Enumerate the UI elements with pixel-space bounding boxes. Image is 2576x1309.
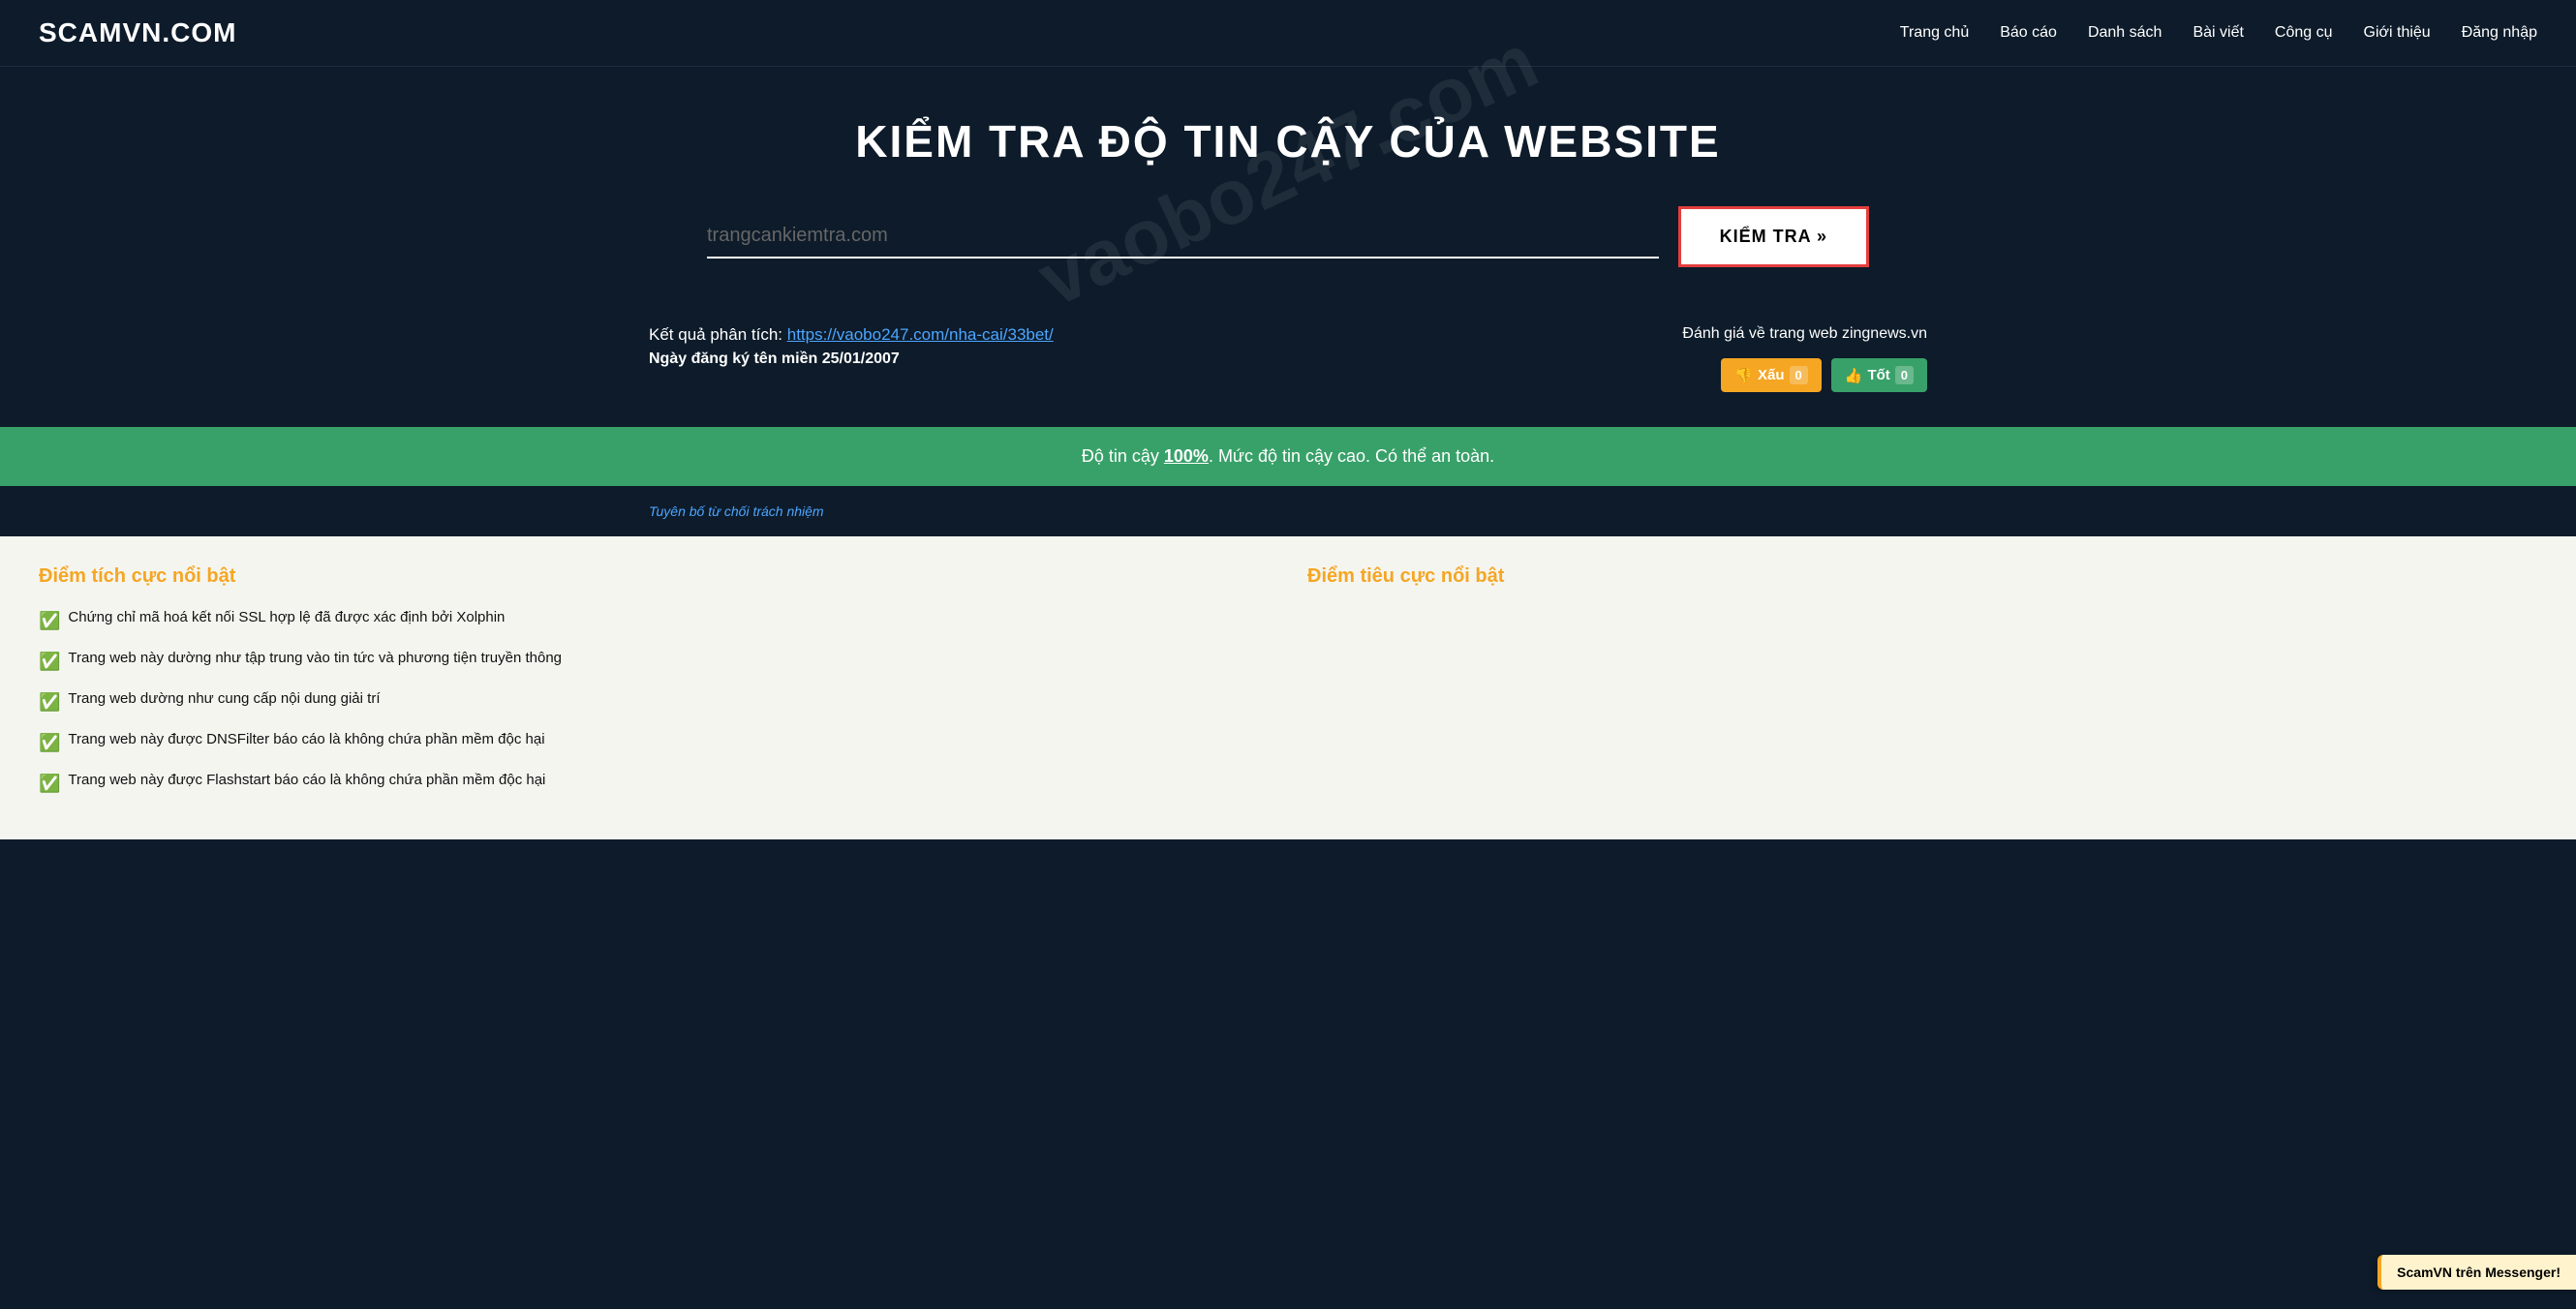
rating-label: Đánh giá về trang web zingnews.vn — [1682, 325, 1927, 343]
xau-count: 0 — [1790, 366, 1808, 384]
nav-dang-nhap[interactable]: Đăng nhập — [2462, 24, 2537, 42]
check-icon-2: ✅ — [39, 649, 60, 675]
negative-title: Điểm tiêu cực nổi bật — [1307, 565, 2537, 588]
check-icon-1: ✅ — [39, 608, 60, 634]
trust-percent: 100% — [1164, 446, 1209, 466]
rating-buttons: 👎 Xấu 0 👍 Tốt 0 — [1721, 358, 1927, 392]
positive-item-3: ✅ Trang web dường như cung cấp nội dung … — [39, 688, 1269, 715]
kiemtra-button[interactable]: KIỂM TRA » — [1678, 206, 1869, 267]
positive-title: Điểm tích cực nổi bật — [39, 565, 1269, 588]
positive-item-1: ✅ Chứng chỉ mã hoá kết nối SSL hợp lệ đã… — [39, 607, 1269, 634]
thumbs-up-icon: 👍 — [1845, 367, 1863, 384]
trust-text-after: . Mức độ tin cậy cao. Có thể an toàn. — [1209, 446, 1494, 466]
nav-trang-chu[interactable]: Trang chủ — [1900, 24, 1969, 42]
logo: SCAMVN.COM — [39, 17, 236, 48]
results-section: Kết quả phân tích: https://vaobo247.com/… — [610, 325, 1966, 427]
messenger-badge[interactable]: ScamVN trên Messenger! — [2377, 1255, 2576, 1290]
nav-bai-viet[interactable]: Bài viết — [2193, 24, 2243, 42]
positive-text-3: Trang web dường như cung cấp nội dung gi… — [68, 688, 380, 711]
check-icon-3: ✅ — [39, 689, 60, 715]
result-label: Kết quả phân tích: https://vaobo247.com/… — [649, 325, 1672, 345]
tot-count: 0 — [1895, 366, 1914, 384]
result-left: Kết quả phân tích: https://vaobo247.com/… — [649, 325, 1672, 368]
nav-cong-cu[interactable]: Công cụ — [2275, 24, 2333, 42]
disclaimer: Tuyên bố từ chối trách nhiệm — [610, 496, 1966, 536]
positive-text-2: Trang web này dường như tập trung vào ti… — [68, 648, 562, 670]
check-icon-4: ✅ — [39, 730, 60, 756]
nav-bao-cao[interactable]: Báo cáo — [2000, 24, 2057, 42]
hero-section: KIỂM TRA ĐỘ TIN CẬY CỦA WEBSITE KIỂM TRA… — [0, 67, 2576, 325]
nav-danh-sach[interactable]: Danh sách — [2088, 24, 2162, 42]
positive-text-5: Trang web này được Flashstart báo cáo là… — [68, 770, 545, 792]
result-date: Ngày đăng ký tên miền 25/01/2007 — [649, 350, 1672, 368]
hero-title: KIỂM TRA ĐỘ TIN CẬY CỦA WEBSITE — [39, 115, 2537, 167]
search-input[interactable] — [707, 225, 1659, 247]
positive-col: Điểm tích cực nổi bật ✅ Chứng chỉ mã hoá… — [39, 565, 1269, 810]
nav-gioi-thieu[interactable]: Giới thiệu — [2364, 24, 2431, 42]
analysis-section: Điểm tích cực nổi bật ✅ Chứng chỉ mã hoá… — [0, 536, 2576, 839]
tot-label: Tốt — [1867, 367, 1889, 383]
positive-item-5: ✅ Trang web này được Flashstart báo cáo … — [39, 770, 1269, 797]
positive-item-4: ✅ Trang web này được DNSFilter báo cáo l… — [39, 729, 1269, 756]
check-icon-5: ✅ — [39, 771, 60, 797]
search-bar: KIỂM TRA » — [707, 206, 1869, 267]
disclaimer-link[interactable]: Tuyên bố từ chối trách nhiệm — [649, 503, 824, 519]
positive-item-2: ✅ Trang web này dường như tập trung vào … — [39, 648, 1269, 675]
thumbs-down-icon: 👎 — [1734, 367, 1753, 384]
trust-text-before: Độ tin cậy — [1082, 446, 1164, 466]
search-input-wrapper — [707, 215, 1659, 259]
header: SCAMVN.COM Trang chủ Báo cáo Danh sách B… — [0, 0, 2576, 67]
main-nav: Trang chủ Báo cáo Danh sách Bài viết Côn… — [1900, 24, 2537, 42]
btn-tot[interactable]: 👍 Tốt 0 — [1831, 358, 1927, 392]
btn-xau[interactable]: 👎 Xấu 0 — [1721, 358, 1821, 392]
positive-text-1: Chứng chỉ mã hoá kết nối SSL hợp lệ đã đ… — [68, 607, 505, 629]
positive-text-4: Trang web này được DNSFilter báo cáo là … — [68, 729, 544, 751]
negative-col: Điểm tiêu cực nổi bật — [1307, 565, 2537, 810]
result-link[interactable]: https://vaobo247.com/nha-cai/33bet/ — [787, 325, 1054, 344]
result-right: Đánh giá về trang web zingnews.vn 👎 Xấu … — [1682, 325, 1927, 392]
trust-bar: Độ tin cậy 100%. Mức độ tin cậy cao. Có … — [0, 427, 2576, 486]
xau-label: Xấu — [1758, 367, 1785, 383]
